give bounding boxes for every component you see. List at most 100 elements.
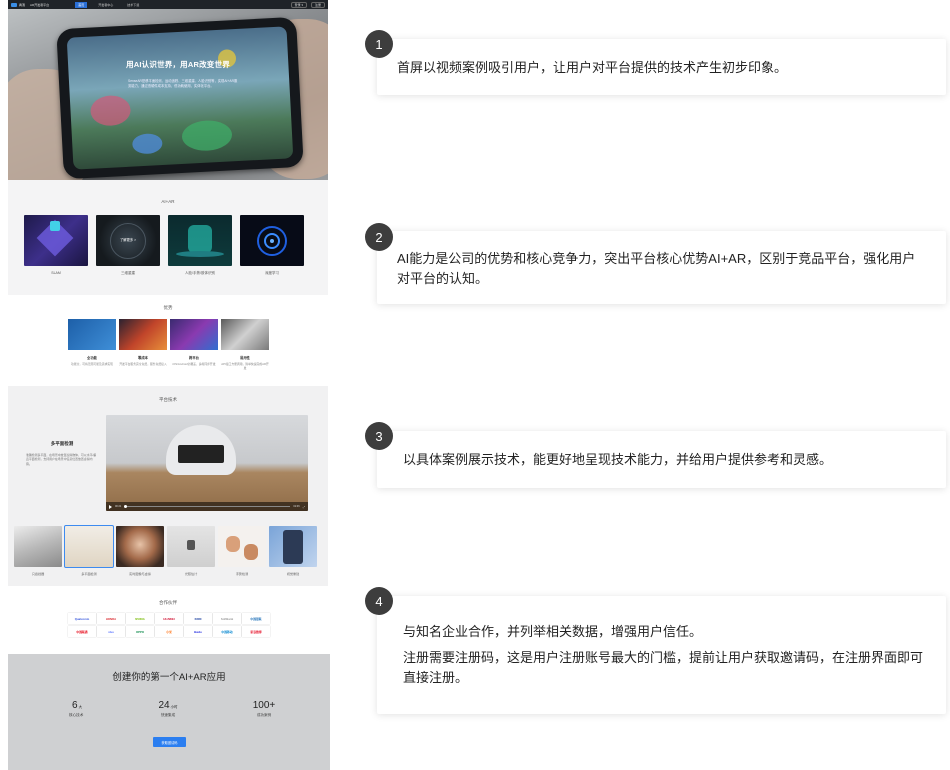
annotation-text: 与知名企业合作，并列举相关数据，增强用户信任。 (403, 624, 703, 639)
advantage-desc: 开发平台服务完全免费，服务免费接入 (119, 362, 167, 366)
partners-title: 合作伙伴 (159, 600, 177, 605)
partner-logo: 小米 (155, 626, 183, 637)
annotation-box: AI能力是公司的优势和核心竞争力，突出平台核心优势AI+AR，区别于竞品平台，强… (377, 231, 946, 304)
aiar-card-label: 深度学习 (265, 271, 279, 275)
partner-logo: 中国联通 (68, 626, 96, 637)
stat-label: 成功案例 (256, 713, 272, 717)
feature-thumb-label: 视觉重建 (286, 572, 300, 576)
annotation-box: 与知名企业合作，并列举相关数据，增强用户信任。 注册需要注册码，这是用户注册账号… (377, 596, 946, 714)
feature-thumb[interactable]: 视觉重建 (269, 526, 317, 576)
stat-unit: 大 (78, 705, 83, 709)
aiar-card-recognition[interactable]: 人脸/手势/肢体识别 (168, 215, 232, 276)
partner-logo: KDDI (184, 613, 212, 624)
feature-thumb[interactable]: 只遮挡器 (14, 526, 62, 576)
stat-label: 核心技术 (69, 713, 84, 717)
partner-logo: NVIDIA (126, 613, 154, 624)
stat-number: 24 (158, 700, 170, 711)
logo-icon (11, 2, 17, 7)
advantage-name: 易用性 (240, 356, 250, 360)
feature-thumb[interactable]: 手势检测 (218, 526, 266, 576)
register-button[interactable]: 注册 (310, 1, 325, 8)
advantage-card-full: 全功能 功能全，可将无限可能及需求实现 (68, 319, 116, 370)
nav-item-download[interactable]: 技术下载 (124, 2, 142, 8)
play-icon[interactable] (109, 504, 112, 509)
get-invite-code-button[interactable]: 获取邀请码 (153, 737, 186, 747)
fullscreen-icon[interactable]: ⤢ (303, 505, 305, 509)
aiar-card-label: 三维重建 (121, 271, 135, 275)
nav-items: 首页 开发者中心 技术下载 (75, 1, 142, 8)
learn-more-link[interactable]: 了解更多 > (96, 237, 160, 242)
stat-label: 快速集成 (160, 713, 176, 717)
feature-thumb-label: 只遮挡器 (31, 572, 45, 576)
feature-thumb[interactable]: 实时图像与虚拟 (116, 526, 164, 576)
login-button[interactable]: 登录 ▾ (290, 1, 307, 8)
advantage-card-easy: 易用性 API接口方便调用，简单快速完成AR开发 (221, 319, 269, 370)
annotation-number: 4 (365, 587, 393, 615)
partner-logo: OPPO (126, 626, 154, 637)
advantage-desc: API接口方便调用，简单快速完成AR开发 (221, 362, 269, 370)
nav-item-home[interactable]: 首页 (75, 1, 88, 8)
advantage-desc: 功能全，可将无限可能及需求实现 (71, 362, 113, 366)
site-logo[interactable]: 商汤 (11, 2, 25, 7)
partner-logo: Qualcomm (68, 613, 96, 624)
brand-name: AR开发者平台 (30, 2, 50, 7)
feature-thumb-label: 光照估计 (184, 572, 198, 576)
feature-thumb-label: 手势检测 (235, 572, 249, 576)
feature-thumb-label: 实时图像与虚拟 (129, 572, 151, 576)
stat-number: 6 (72, 700, 78, 711)
aiar-card-label: 人脸/手势/肢体识别 (185, 271, 215, 275)
advantage-section: 优势 全功能 功能全，可将无限可能及需求实现 零成本 开发平台服务完全免费，服务… (8, 295, 328, 386)
video-controls: 00:21 01:06 ⤢ (106, 502, 308, 511)
stat-core-tech: 6大 核心技术 (44, 700, 120, 718)
advantage-card-free: 零成本 开发平台服务完全免费，服务免费接入 (119, 319, 167, 370)
partner-logo: Baidu (184, 626, 212, 637)
aiar-section: AI+AR SLAM 了解更多 > 三维重建 人脸/手势/肢体识别 深度学习 (8, 180, 328, 295)
partner-logo: HUAWEI (155, 613, 183, 624)
annotation-number: 3 (365, 422, 393, 450)
advantage-name: 跨平台 (189, 356, 199, 360)
feature-thumb-selected[interactable]: 多平面检测 (64, 525, 114, 576)
annotation-number: 1 (365, 30, 393, 58)
video-progress[interactable] (124, 505, 291, 508)
advantage-title: 优势 (163, 305, 173, 310)
annotation-3: 以具体案例展示技术，能更好地呈现技术能力，并给用户提供参考和灵感。 3 (365, 422, 947, 492)
top-nav: 商汤 AR开发者平台 首页 开发者中心 技术下载 登录 ▾ 注册 (8, 0, 328, 9)
partners-section: 合作伙伴 Qualcomm HONDA NVIDIA HUAWEI KDDI SoftBa… (8, 586, 328, 654)
annotation-1: 首屏以视频案例吸引用户，让用户对平台提供的技术产生初步印象。 1 (365, 30, 947, 100)
annotation-number: 2 (365, 223, 393, 251)
annotation-text: 以具体案例展示技术，能更好地呈现技术能力，并给用户提供参考和灵感。 (403, 452, 833, 467)
feature-thumb-label: 多平面检测 (81, 572, 97, 576)
video-scrubber[interactable] (124, 505, 128, 508)
feature-thumb[interactable]: 光照估计 (167, 526, 215, 576)
annotation-text: AI能力是公司的优势和核心竞争力，突出平台核心优势AI+AR，区别于竞品平台，强… (397, 251, 916, 286)
aiar-card-label: SLAM (51, 271, 61, 275)
partner-logo: HONDA (97, 613, 125, 624)
advantage-name: 零成本 (138, 356, 148, 360)
partner-logo: SoftBank (213, 613, 241, 624)
advantage-name: 全功能 (87, 356, 97, 360)
phone-image (56, 16, 304, 180)
annotation-text: 注册需要注册码，这是用户注册账号最大的门槛，提前让用户获取邀请码，在注册界面即可… (403, 650, 924, 685)
annotation-box: 首屏以视频案例吸引用户，让用户对平台提供的技术产生初步印象。 (377, 39, 946, 95)
aiar-card-deep-learning[interactable]: 深度学习 (240, 215, 304, 276)
feature-video[interactable]: 00:21 01:06 ⤢ (106, 415, 308, 511)
website-mockup: 商汤 AR开发者平台 首页 开发者中心 技术下载 登录 ▾ 注册 用AI认识世界… (8, 0, 330, 770)
video-total-time: 01:06 (293, 505, 300, 508)
annotation-2: AI能力是公司的优势和核心竞争力，突出平台核心优势AI+AR，区别于竞品平台，强… (365, 223, 947, 308)
partner-logo: 新浪微博 (242, 626, 270, 637)
partner-logo: vivo (97, 626, 125, 637)
cta-section: 创建你的第一个AI+AR应用 6大 核心技术 24小时 快速集成 100+ 成功… (8, 654, 330, 770)
cta-title: 创建你的第一个AI+AR应用 (112, 672, 226, 683)
advantage-card-cross: 跨平台 iOS/Android全覆盖，多端同步开发 (170, 319, 218, 370)
hero-title: 用AI认识世界，用AR改变世界 (126, 60, 230, 69)
aiar-card-reconstruction[interactable]: 了解更多 > 三维重建 (96, 215, 160, 276)
hero-subtitle: SenseAR是移平面检测、运动追踪、三维重建、人脸识别等，实现AI+AR服务能… (128, 79, 238, 88)
aiar-card-slam[interactable]: SLAM (24, 215, 88, 276)
stat-unit: 小时 (170, 705, 178, 709)
annotation-box: 以具体案例展示技术，能更好地呈现技术能力，并给用户提供参考和灵感。 (377, 431, 946, 488)
hero-video[interactable]: 用AI认识世界，用AR改变世界 SenseAR是移平面检测、运动追踪、三维重建、… (8, 9, 328, 180)
video-current-time: 00:21 (115, 505, 122, 508)
partner-logos: Qualcomm HONDA NVIDIA HUAWEI KDDI SoftBank 中国银… (68, 613, 270, 637)
nav-item-developer[interactable]: 开发者中心 (95, 2, 116, 8)
annotation-4: 与知名企业合作，并列举相关数据，增强用户信任。 注册需要注册码，这是用户注册账号… (365, 587, 947, 717)
